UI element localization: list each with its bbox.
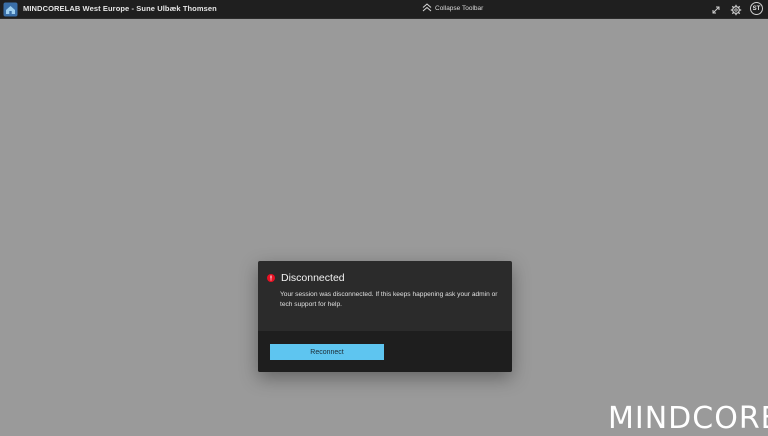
expand-diagonal-icon[interactable] [710, 3, 722, 15]
dialog-message: Your session was disconnected. If this k… [280, 291, 498, 308]
brand-watermark: MINDCORE [608, 401, 768, 436]
user-avatar[interactable]: ST [750, 2, 763, 15]
gear-icon[interactable] [730, 3, 742, 16]
dialog-footer: Reconnect [258, 331, 512, 372]
window-title: MINDCORELAB West Europe - Sune Ulbæk Tho… [23, 4, 217, 13]
dialog-title: Disconnected [281, 272, 345, 284]
dialog-header: Disconnected [267, 272, 345, 284]
top-toolbar: MINDCORELAB West Europe - Sune Ulbæk Tho… [0, 0, 768, 19]
home-monitor-icon [3, 2, 18, 17]
double-chevron-up-icon [422, 3, 432, 14]
collapse-toolbar-label: Collapse Toolbar [435, 5, 484, 12]
error-circle-icon [267, 274, 275, 282]
disconnected-dialog: Disconnected Your session was disconnect… [258, 261, 512, 372]
reconnect-button[interactable]: Reconnect [270, 344, 384, 360]
collapse-toolbar-button[interactable]: Collapse Toolbar [422, 3, 483, 14]
